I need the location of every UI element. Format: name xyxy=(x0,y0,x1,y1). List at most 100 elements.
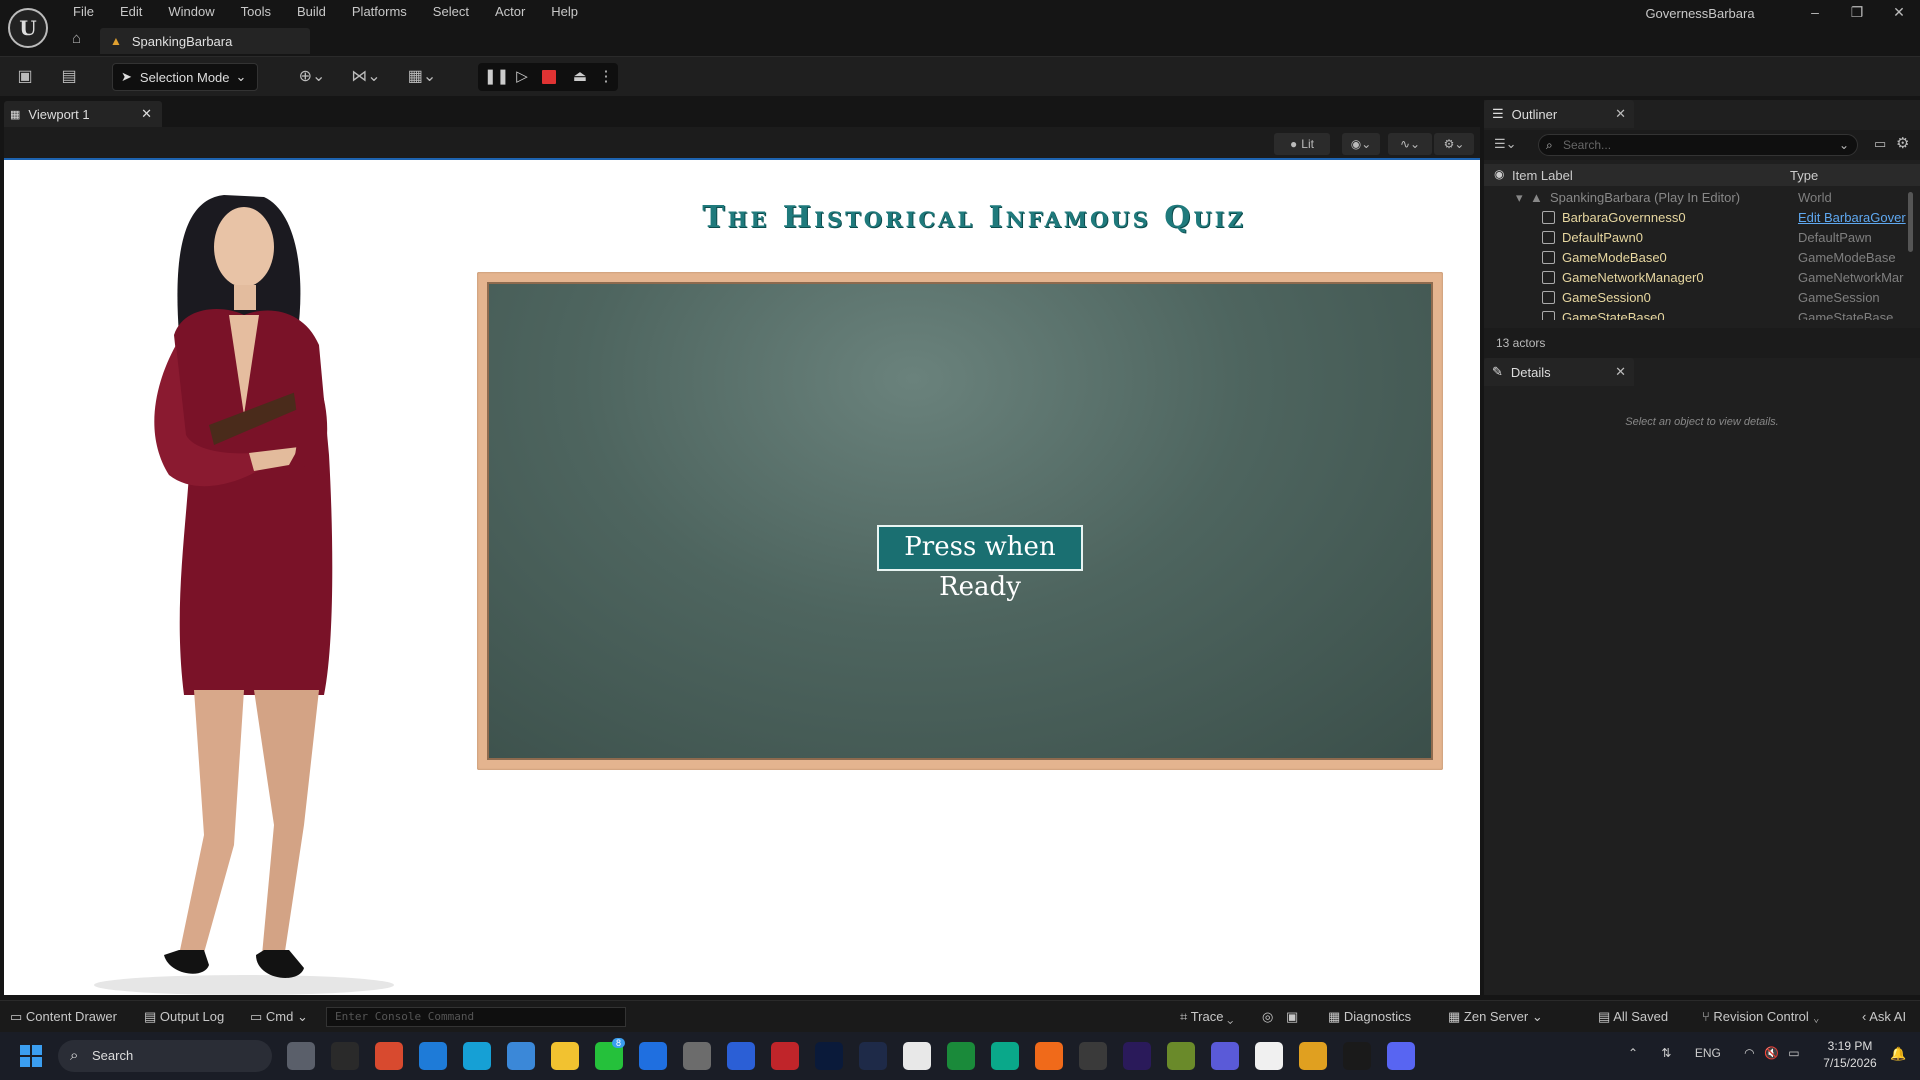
more-options-icon[interactable]: ⋮ xyxy=(596,67,616,87)
close-details-icon[interactable]: ✕ xyxy=(1615,364,1626,380)
console-input[interactable]: Enter Console Command xyxy=(326,1007,626,1027)
outliner-row[interactable]: GameModeBase0 GameModeBase xyxy=(1484,248,1920,268)
taskbar-app-icon[interactable] xyxy=(1211,1042,1239,1070)
taskbar-app-icon[interactable] xyxy=(859,1042,887,1070)
outliner-world-row[interactable]: ▾ ▲ SpankingBarbara (Play In Editor) Wor… xyxy=(1484,188,1920,208)
revision-control-button[interactable]: ⑂ Revision Control ⌄ xyxy=(1702,1001,1820,1033)
ask-ai-button[interactable]: ‹ Ask AI xyxy=(1862,1001,1906,1033)
eject-icon[interactable]: ⏏ xyxy=(570,67,590,87)
output-log-button[interactable]: ▤ Output Log xyxy=(144,1001,224,1033)
tab-outliner[interactable]: ☰ Outliner ✕ xyxy=(1484,100,1634,128)
filter-icon[interactable]: ☰⌄ xyxy=(1494,136,1517,152)
menu-window[interactable]: Window xyxy=(155,0,227,24)
taskbar-app-icon[interactable] xyxy=(331,1042,359,1070)
home-icon[interactable]: ⌂ xyxy=(72,30,81,47)
taskbar-app-icon[interactable] xyxy=(639,1042,667,1070)
outliner-row[interactable]: GameSession0 GameSession xyxy=(1484,288,1920,308)
content-drawer-button[interactable]: ▭ Content Drawer xyxy=(10,1001,117,1033)
pause-icon[interactable]: ❚❚ xyxy=(484,67,509,87)
taskbar-app-icon[interactable] xyxy=(1123,1042,1151,1070)
menu-edit[interactable]: Edit xyxy=(107,0,155,24)
realtime-button[interactable]: ∿⌄ xyxy=(1388,133,1432,155)
close-tab-icon[interactable]: ✕ xyxy=(141,106,152,122)
taskbar-app-icon[interactable] xyxy=(419,1042,447,1070)
taskbar-search[interactable]: ⌕ Search xyxy=(58,1040,272,1072)
expand-arrow-icon[interactable]: ▾ xyxy=(1516,188,1523,208)
outliner-row[interactable]: BarbaraGovernness0 Edit BarbaraGover xyxy=(1484,208,1920,228)
press-when-ready-button[interactable]: Press when Ready xyxy=(877,525,1083,602)
outliner-row[interactable]: DefaultPawn0 DefaultPawn xyxy=(1484,228,1920,248)
tab-details[interactable]: ✎ Details ✕ xyxy=(1484,358,1634,386)
taskbar-app-icon[interactable] xyxy=(727,1042,755,1070)
edit-blueprint-link[interactable]: Edit BarbaraGover xyxy=(1798,208,1914,228)
taskbar-app-icon[interactable] xyxy=(771,1042,799,1070)
taskbar-app-icon[interactable] xyxy=(947,1042,975,1070)
taskbar-app-icon[interactable] xyxy=(1387,1042,1415,1070)
taskbar-app-icon[interactable] xyxy=(1343,1042,1371,1070)
taskbar-app-icon[interactable] xyxy=(1035,1042,1063,1070)
step-frame-icon[interactable]: ▷ xyxy=(512,67,532,87)
clock[interactable]: 3:19 PM 7/15/2026 xyxy=(1815,1038,1885,1072)
battery-icon[interactable]: ▭ xyxy=(1788,1046,1799,1060)
wifi-icon[interactable]: ◠ xyxy=(1744,1046,1754,1060)
notification-bell-icon[interactable]: 🔔 xyxy=(1890,1046,1906,1062)
all-saved-button[interactable]: ▤ All Saved xyxy=(1598,1001,1668,1033)
tab-viewport-1[interactable]: ▦ Viewport 1 ✕ xyxy=(4,101,162,127)
windows-start-icon[interactable] xyxy=(20,1045,42,1067)
taskbar-app-icon[interactable] xyxy=(991,1042,1019,1070)
taskbar-app-icon[interactable] xyxy=(1079,1042,1107,1070)
add-actor-icon[interactable]: ⊕⌄ xyxy=(292,67,332,87)
menu-tools[interactable]: Tools xyxy=(228,0,284,24)
close-window-button[interactable]: ✕ xyxy=(1876,0,1920,26)
col-item-label[interactable]: Item Label xyxy=(1512,168,1573,183)
menu-select[interactable]: Select xyxy=(420,0,482,24)
network-share-icon[interactable]: ⇅ xyxy=(1661,1046,1671,1060)
level-tab[interactable]: ▲ SpankingBarbara xyxy=(100,28,310,54)
taskbar-app-icon[interactable] xyxy=(683,1042,711,1070)
taskbar-app-icon[interactable] xyxy=(903,1042,931,1070)
menu-build[interactable]: Build xyxy=(284,0,339,24)
lit-view-mode-button[interactable]: ● Lit xyxy=(1274,133,1330,155)
screenshot-icon[interactable]: ▣ xyxy=(1286,1001,1298,1033)
taskbar-app-icon[interactable] xyxy=(287,1042,315,1070)
language-indicator[interactable]: ENG xyxy=(1695,1046,1721,1060)
menu-actor[interactable]: Actor xyxy=(482,0,538,24)
cmd-dropdown[interactable]: ▭ Cmd ⌄ xyxy=(250,1001,308,1033)
taskbar-app-icon[interactable] xyxy=(507,1042,535,1070)
chevron-up-icon[interactable]: ⌃ xyxy=(1628,1046,1638,1060)
menu-platforms[interactable]: Platforms xyxy=(339,0,420,24)
minimize-button[interactable]: – xyxy=(1792,0,1838,26)
restore-button[interactable]: ❐ xyxy=(1834,0,1880,26)
volume-muted-icon[interactable]: 🔇 xyxy=(1764,1046,1779,1060)
settings-gear-icon[interactable]: ⚙ xyxy=(1896,134,1909,152)
zen-server-button[interactable]: ▦ Zen Server ⌄ xyxy=(1448,1001,1543,1033)
browse-icon[interactable]: ▤ xyxy=(58,67,80,87)
outliner-row[interactable]: GameStateBase0 GameStateBase xyxy=(1484,308,1920,320)
diagnostics-button[interactable]: ▦ Diagnostics xyxy=(1328,1001,1411,1033)
viewport-settings-button[interactable]: ⚙⌄ xyxy=(1434,133,1474,155)
menu-help[interactable]: Help xyxy=(538,0,591,24)
taskbar-app-icon[interactable] xyxy=(1299,1042,1327,1070)
taskbar-app-icon[interactable] xyxy=(1255,1042,1283,1070)
selection-mode-dropdown[interactable]: ➤ Selection Mode ⌄ xyxy=(112,63,258,91)
outliner-search-input[interactable]: ⌕ Search... ⌄ xyxy=(1538,134,1858,156)
save-icon[interactable]: ▣ xyxy=(14,67,36,87)
blueprint-icon[interactable]: ⋈⌄ xyxy=(346,67,386,87)
taskbar-app-icon[interactable] xyxy=(375,1042,403,1070)
record-icon[interactable]: ◎ xyxy=(1262,1001,1273,1033)
taskbar-app-icon[interactable] xyxy=(551,1042,579,1070)
taskbar-app-icon[interactable] xyxy=(1167,1042,1195,1070)
menu-file[interactable]: File xyxy=(60,0,107,24)
show-flags-button[interactable]: ◉⌄ xyxy=(1342,133,1380,155)
taskbar-app-icon[interactable] xyxy=(815,1042,843,1070)
stop-icon[interactable] xyxy=(542,70,556,84)
trace-dropdown[interactable]: ⌗ Trace ⌄ xyxy=(1180,1001,1233,1033)
close-outliner-icon[interactable]: ✕ xyxy=(1615,106,1626,122)
outliner-scrollbar[interactable] xyxy=(1908,192,1913,252)
col-type[interactable]: Type xyxy=(1790,168,1818,183)
cinematics-icon[interactable]: ▦⌄ xyxy=(402,67,442,87)
taskbar-app-icon[interactable] xyxy=(463,1042,491,1070)
game-viewport[interactable]: The Historical Infamous Quiz Press when … xyxy=(4,160,1480,995)
new-folder-icon[interactable]: ▭ xyxy=(1874,136,1886,152)
outliner-row[interactable]: GameNetworkManager0 GameNetworkMar xyxy=(1484,268,1920,288)
